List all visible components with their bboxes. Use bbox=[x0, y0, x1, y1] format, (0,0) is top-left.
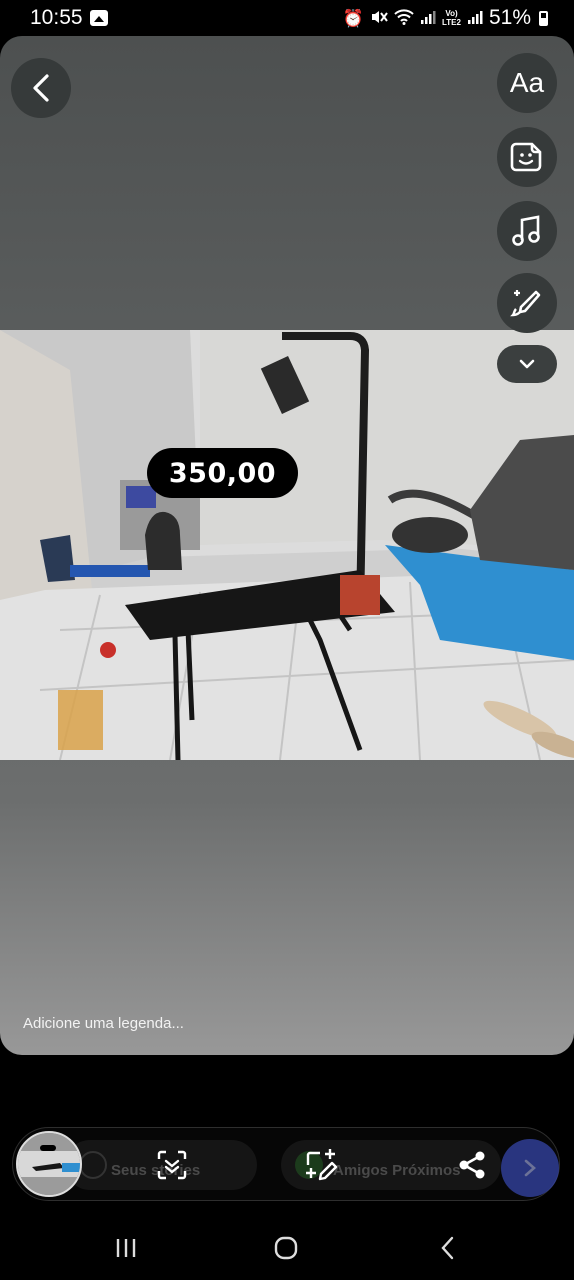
close-friends-label: Amigos Próximos bbox=[333, 1162, 461, 1179]
alarm-icon: ⏰ bbox=[342, 8, 364, 28]
recent-apps-button[interactable] bbox=[106, 1232, 146, 1264]
volte-top: Vo) bbox=[445, 9, 458, 18]
share-icon bbox=[459, 1151, 485, 1179]
mute-icon bbox=[370, 8, 388, 29]
chevron-down-icon bbox=[519, 359, 535, 369]
avatar bbox=[79, 1151, 107, 1179]
back-button[interactable] bbox=[11, 58, 71, 118]
gallery-icon bbox=[90, 10, 108, 26]
chevron-left-icon bbox=[33, 74, 49, 102]
story-thumbnail[interactable] bbox=[16, 1131, 82, 1197]
scan-button[interactable] bbox=[153, 1146, 191, 1184]
status-icons: ⏰ Vo) LTE2 51% bbox=[343, 6, 548, 30]
home-button[interactable] bbox=[266, 1232, 306, 1264]
share-button[interactable] bbox=[453, 1146, 491, 1184]
story-canvas[interactable]: Aa 350,00 Adicione uma legenda... bbox=[0, 36, 574, 1055]
battery-percent: 51% bbox=[488, 6, 531, 29]
battery-icon bbox=[539, 10, 548, 26]
status-bar: 10:55 ⏰ Vo) LTE2 51% bbox=[0, 0, 574, 38]
story-photo[interactable] bbox=[0, 330, 574, 760]
volte-bottom: LTE2 bbox=[442, 18, 461, 27]
text-tool-button[interactable]: Aa bbox=[497, 53, 557, 113]
next-button[interactable] bbox=[501, 1139, 559, 1197]
signal-icon bbox=[467, 9, 483, 28]
caption-input[interactable]: Adicione uma legenda... bbox=[23, 1015, 184, 1032]
system-nav-bar bbox=[0, 1216, 574, 1280]
draw-tool-button[interactable] bbox=[497, 273, 557, 333]
add-edit-button[interactable] bbox=[303, 1146, 341, 1184]
back-nav-button[interactable] bbox=[427, 1232, 467, 1264]
music-tool-button[interactable] bbox=[497, 201, 557, 261]
recent-apps-icon bbox=[116, 1239, 136, 1257]
home-icon bbox=[274, 1236, 298, 1260]
sticker-tool-button[interactable] bbox=[497, 127, 557, 187]
signal-icon bbox=[420, 9, 436, 28]
scan-icon bbox=[157, 1150, 187, 1180]
music-icon bbox=[512, 215, 540, 246]
add-edit-icon bbox=[306, 1149, 338, 1181]
more-tools-button[interactable] bbox=[497, 345, 557, 383]
sticker-icon bbox=[510, 142, 542, 172]
next-icon bbox=[524, 1159, 536, 1177]
text-icon: Aa bbox=[509, 67, 545, 98]
share-bar: Seus stories Amigos Próximos bbox=[12, 1127, 560, 1201]
volte-indicator: Vo) LTE2 bbox=[442, 9, 461, 27]
back-icon bbox=[441, 1236, 454, 1260]
price-text-sticker[interactable]: 350,00 bbox=[147, 448, 298, 498]
wifi-icon bbox=[394, 8, 414, 28]
status-time: 10:55 bbox=[30, 6, 83, 29]
draw-icon bbox=[510, 290, 541, 317]
